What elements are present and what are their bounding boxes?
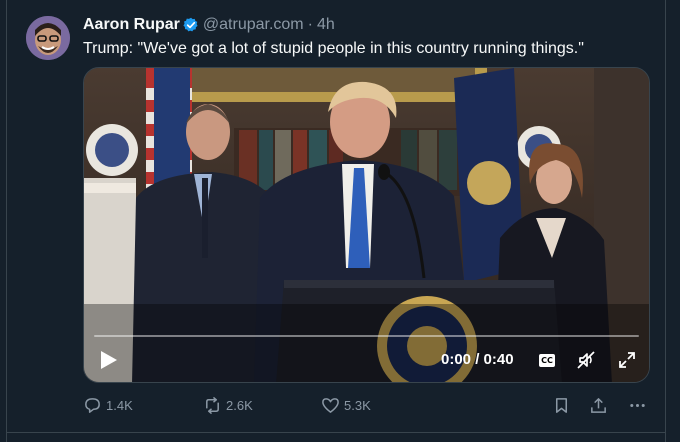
verified-badge-icon (183, 17, 199, 33)
more-button[interactable] (628, 396, 647, 415)
like-button[interactable]: 5.3K (321, 396, 371, 415)
captions-icon[interactable]: CC (539, 354, 555, 367)
share-icon (591, 398, 606, 413)
fullscreen-icon[interactable] (617, 350, 637, 370)
post-text: Trump: "We've got a lot of stupid people… (83, 40, 584, 57)
post-actions: 1.4K 2.6K 5.3K (83, 396, 653, 416)
reply-icon (85, 398, 100, 413)
header-separator: · (307, 16, 313, 33)
muted-speaker-icon[interactable] (576, 350, 596, 370)
share-button[interactable] (589, 396, 608, 415)
author-handle[interactable]: @atrupar.com (203, 16, 304, 34)
repost-count: 2.6K (226, 398, 253, 413)
like-count: 5.3K (344, 398, 371, 413)
post-timestamp[interactable]: 4h (317, 16, 335, 34)
heart-icon (322, 398, 339, 413)
author-name[interactable]: Aaron Rupar (83, 16, 180, 34)
reply-count: 1.4K (106, 398, 133, 413)
post-header: Aaron Rupar @atrupar.com · 4h (83, 15, 335, 35)
author-avatar[interactable] (26, 16, 70, 60)
reply-button[interactable]: 1.4K (83, 396, 133, 415)
play-icon[interactable] (96, 349, 120, 371)
video-player[interactable]: 0:00 / 0:40 CC (83, 67, 650, 383)
repost-button[interactable]: 2.6K (203, 396, 253, 415)
video-controls: 0:00 / 0:40 CC (84, 343, 649, 377)
bookmark-icon (555, 398, 568, 413)
bookmark-button[interactable] (552, 396, 571, 415)
video-progress-bar[interactable] (94, 335, 639, 337)
more-options-icon (630, 403, 645, 408)
video-time: 0:00 / 0:40 (441, 351, 514, 368)
post-divider (7, 432, 665, 433)
repost-icon (206, 396, 219, 415)
post-card[interactable]: Aaron Rupar @atrupar.com · 4h Trump: "We… (6, 0, 666, 442)
